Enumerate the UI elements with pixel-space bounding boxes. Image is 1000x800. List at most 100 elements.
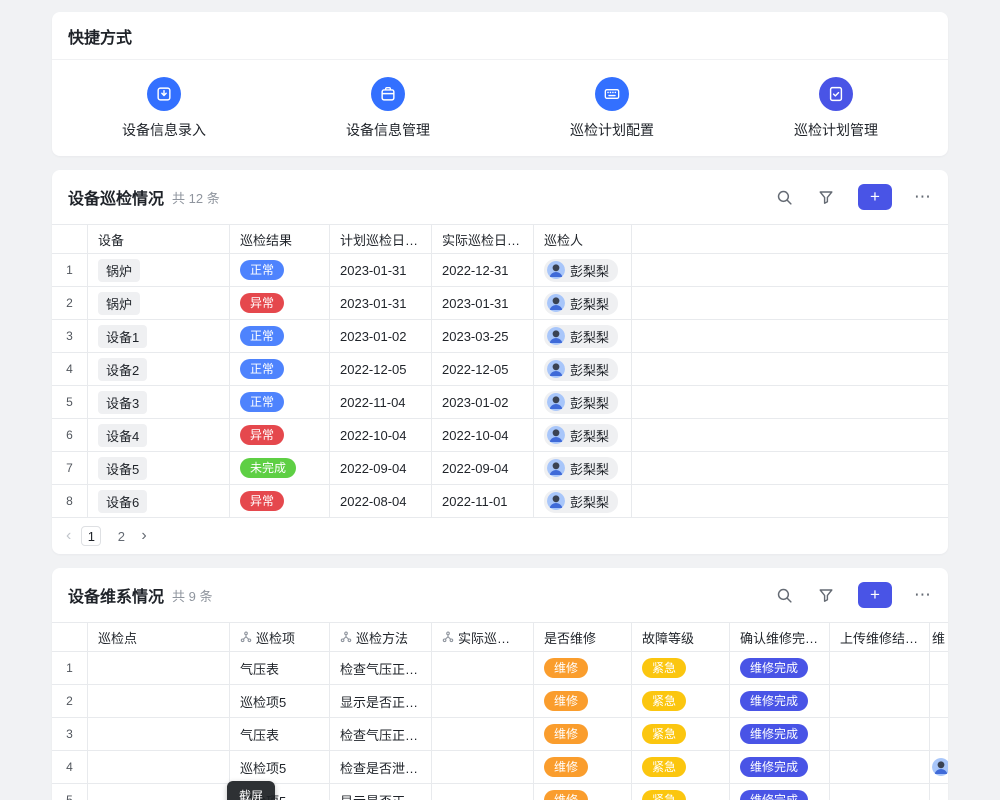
column-header-confirm[interactable]: 确认维修完… bbox=[730, 623, 830, 651]
cell-actual[interactable] bbox=[432, 685, 534, 717]
cell-method[interactable]: 检查气压正… bbox=[330, 652, 432, 684]
page-number-2[interactable]: 2 bbox=[111, 526, 131, 546]
cell-plan-date[interactable]: 2022-11-04 bbox=[330, 386, 432, 418]
cell-person[interactable]: 彭梨梨 bbox=[534, 419, 632, 451]
cell-upload[interactable] bbox=[830, 718, 930, 750]
prev-page-icon[interactable]: ‹ bbox=[66, 527, 71, 545]
cell-item[interactable]: 巡检项5 bbox=[230, 685, 330, 717]
cell-actual-date[interactable]: 2023-01-31 bbox=[432, 287, 534, 319]
add-record-button[interactable]: + bbox=[858, 184, 892, 210]
cell-method[interactable]: 检查气压正… bbox=[330, 718, 432, 750]
cell-item[interactable]: 气压表 bbox=[230, 718, 330, 750]
cell-item[interactable]: 气压表 bbox=[230, 652, 330, 684]
cell-item[interactable]: 巡检项5 bbox=[230, 751, 330, 783]
cell-person[interactable]: 彭梨梨 bbox=[534, 452, 632, 484]
cell-level[interactable]: 紧急 bbox=[632, 718, 730, 750]
cell-actual-date[interactable]: 2022-12-31 bbox=[432, 254, 534, 286]
cell-level[interactable]: 紧急 bbox=[632, 751, 730, 783]
cell-repair[interactable]: 维修 bbox=[534, 751, 632, 783]
cell-result[interactable]: 异常 bbox=[230, 485, 330, 517]
cell-person[interactable] bbox=[930, 784, 948, 800]
column-header-actual-date[interactable]: 实际巡检日… bbox=[432, 225, 534, 253]
cell-point[interactable] bbox=[88, 751, 230, 783]
cell-result[interactable]: 正常 bbox=[230, 386, 330, 418]
more-icon[interactable]: ⋯ bbox=[914, 187, 932, 207]
cell-person[interactable]: 彭梨梨 bbox=[534, 353, 632, 385]
cell-confirm[interactable]: 维修完成 bbox=[730, 751, 830, 783]
cell-result[interactable]: 正常 bbox=[230, 254, 330, 286]
column-header-method[interactable]: 巡检方法 bbox=[330, 623, 432, 651]
more-icon[interactable]: ⋯ bbox=[914, 585, 932, 605]
shortcut-plan-manage[interactable]: 巡检计划管理 bbox=[736, 77, 936, 140]
cell-actual-date[interactable]: 2022-12-05 bbox=[432, 353, 534, 385]
cell-person[interactable] bbox=[930, 652, 948, 684]
cell-person[interactable] bbox=[930, 685, 948, 717]
cell-device[interactable]: 设备4 bbox=[88, 419, 230, 451]
cell-result[interactable]: 异常 bbox=[230, 287, 330, 319]
cell-method[interactable]: 显示是否正… bbox=[330, 685, 432, 717]
cell-method[interactable]: 检查是否泄… bbox=[330, 751, 432, 783]
cell-plan-date[interactable]: 2023-01-31 bbox=[330, 254, 432, 286]
cell-actual-date[interactable]: 2022-10-04 bbox=[432, 419, 534, 451]
page-number-1[interactable]: 1 bbox=[81, 526, 101, 546]
cell-actual-date[interactable]: 2023-03-25 bbox=[432, 320, 534, 352]
cell-device[interactable]: 设备3 bbox=[88, 386, 230, 418]
column-header-device[interactable]: 设备 bbox=[88, 225, 230, 253]
cell-actual-date[interactable]: 2022-09-04 bbox=[432, 452, 534, 484]
column-header-item[interactable]: 巡检项 bbox=[230, 623, 330, 651]
cell-actual[interactable] bbox=[432, 652, 534, 684]
cell-repair[interactable]: 维修 bbox=[534, 652, 632, 684]
cell-actual[interactable] bbox=[432, 718, 534, 750]
cell-confirm[interactable]: 维修完成 bbox=[730, 784, 830, 800]
column-header-person[interactable]: 巡检人 bbox=[534, 225, 632, 253]
cell-point[interactable] bbox=[88, 685, 230, 717]
cell-person[interactable] bbox=[930, 751, 948, 783]
cell-actual[interactable] bbox=[432, 784, 534, 800]
cell-plan-date[interactable]: 2022-08-04 bbox=[330, 485, 432, 517]
next-page-icon[interactable]: › bbox=[141, 527, 146, 545]
cell-confirm[interactable]: 维修完成 bbox=[730, 652, 830, 684]
cell-person[interactable]: 彭梨梨 bbox=[534, 287, 632, 319]
cell-result[interactable]: 正常 bbox=[230, 320, 330, 352]
cell-plan-date[interactable]: 2023-01-31 bbox=[330, 287, 432, 319]
cell-level[interactable]: 紧急 bbox=[632, 652, 730, 684]
cell-actual-date[interactable]: 2023-01-02 bbox=[432, 386, 534, 418]
cell-result[interactable]: 未完成 bbox=[230, 452, 330, 484]
cell-repair[interactable]: 维修 bbox=[534, 685, 632, 717]
cell-plan-date[interactable]: 2022-10-04 bbox=[330, 419, 432, 451]
cell-plan-date[interactable]: 2023-01-02 bbox=[330, 320, 432, 352]
cell-point[interactable] bbox=[88, 718, 230, 750]
cell-device[interactable]: 设备1 bbox=[88, 320, 230, 352]
column-header-point[interactable]: 巡检点 bbox=[88, 623, 230, 651]
cell-confirm[interactable]: 维修完成 bbox=[730, 718, 830, 750]
cell-person[interactable] bbox=[930, 718, 948, 750]
shortcut-device-manage[interactable]: 设备信息管理 bbox=[288, 77, 488, 140]
cell-actual-date[interactable]: 2022-11-01 bbox=[432, 485, 534, 517]
column-header-upload[interactable]: 上传维修结… bbox=[830, 623, 930, 651]
cell-level[interactable]: 紧急 bbox=[632, 784, 730, 800]
cell-person[interactable]: 彭梨梨 bbox=[534, 254, 632, 286]
shortcut-device-entry[interactable]: 设备信息录入 bbox=[64, 77, 264, 140]
cell-plan-date[interactable]: 2022-09-04 bbox=[330, 452, 432, 484]
cell-device[interactable]: 锅炉 bbox=[88, 287, 230, 319]
add-record-button[interactable]: + bbox=[858, 582, 892, 608]
search-icon[interactable] bbox=[774, 187, 794, 207]
cell-result[interactable]: 异常 bbox=[230, 419, 330, 451]
filter-icon[interactable] bbox=[816, 187, 836, 207]
cell-method[interactable]: 显示是否正… bbox=[330, 784, 432, 800]
cell-repair[interactable]: 维修 bbox=[534, 718, 632, 750]
cell-confirm[interactable]: 维修完成 bbox=[730, 685, 830, 717]
cell-device[interactable]: 设备2 bbox=[88, 353, 230, 385]
column-header-result[interactable]: 巡检结果 bbox=[230, 225, 330, 253]
cell-level[interactable]: 紧急 bbox=[632, 685, 730, 717]
cell-plan-date[interactable]: 2022-12-05 bbox=[330, 353, 432, 385]
cell-actual[interactable] bbox=[432, 751, 534, 783]
column-header-person[interactable]: 维 bbox=[930, 623, 948, 651]
cell-upload[interactable] bbox=[830, 751, 930, 783]
cell-point[interactable] bbox=[88, 784, 230, 800]
cell-device[interactable]: 设备5 bbox=[88, 452, 230, 484]
cell-repair[interactable]: 维修 bbox=[534, 784, 632, 800]
column-header-actual[interactable]: 实际巡… bbox=[432, 623, 534, 651]
cell-person[interactable]: 彭梨梨 bbox=[534, 485, 632, 517]
cell-upload[interactable] bbox=[830, 685, 930, 717]
